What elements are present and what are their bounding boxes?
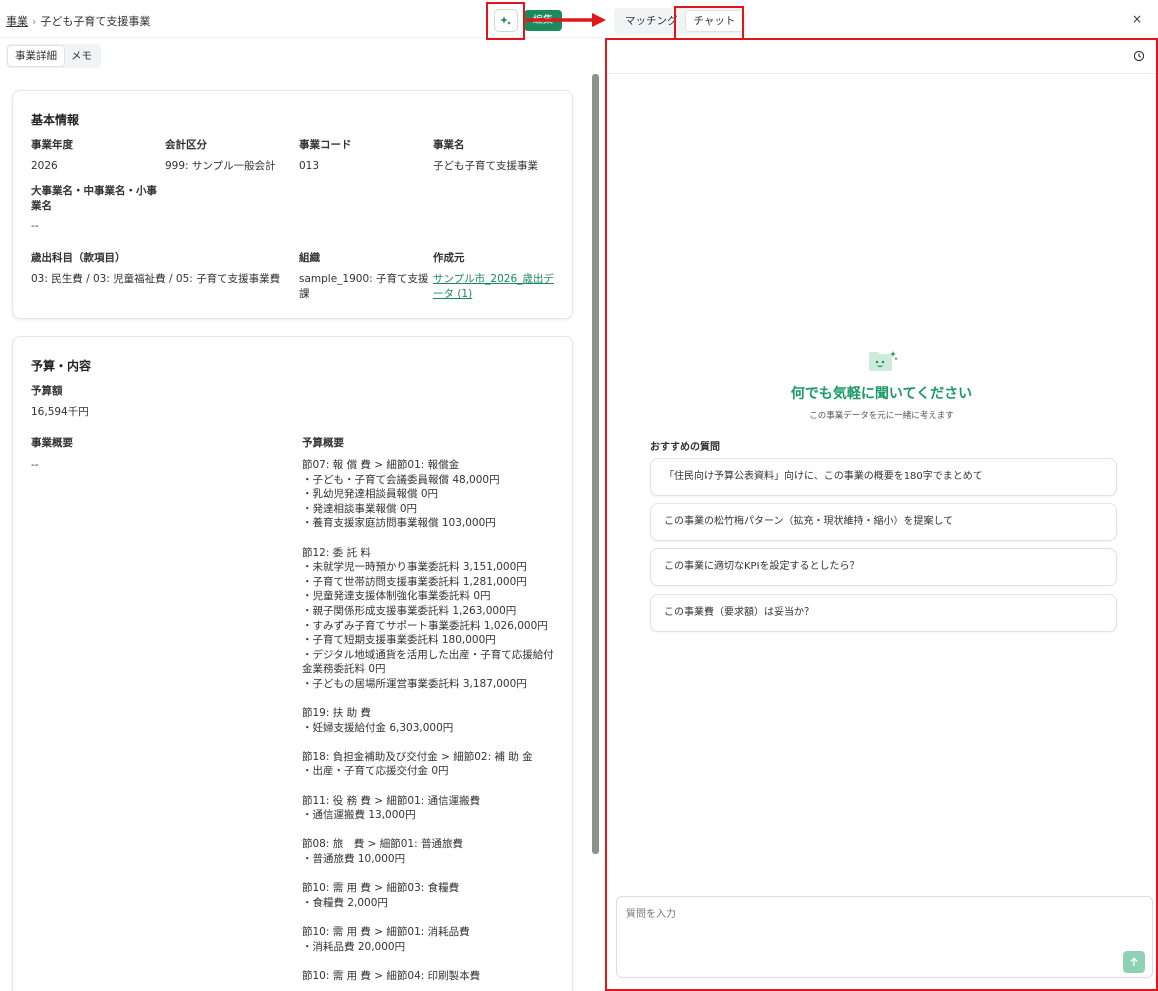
org-label: 組織 [299,252,320,264]
basic-info-title: 基本情報 [31,113,80,127]
chat-folder-icon [869,351,898,371]
budget-amount-label: 予算額 [31,385,63,397]
org-value-line2: 課 [299,288,310,300]
history-icon[interactable] [1133,50,1145,62]
overview-label: 事業概要 [31,437,73,449]
expense-value: 03: 民生費 / 03: 児童福祉費 / 05: 子育て支援事業費 [31,273,281,285]
highlight-box-ai-button [486,2,525,40]
top-bar: 事業›子ども子育て支援事業 編集 [0,0,606,40]
expense-label: 歳出科目（款項目） [31,252,126,264]
suggestion-button[interactable]: 「住民向け予算公表資料」向けに、この事業の概要を180字でまとめて [650,458,1117,496]
annotation-arrow-icon [526,13,606,27]
suggestion-button[interactable]: この事業費（要求額）は妥当か？ [650,594,1117,632]
breadcrumb-root-link[interactable]: 事業 [6,15,28,28]
tab-memo[interactable]: メモ [64,46,99,66]
chat-empty-subtitle: この事業データを元に一緒に考えます [809,411,954,421]
fiscal-year-value: 2026 [31,160,58,172]
budget-overview-label: 予算概要 [302,437,344,449]
suggestion-button[interactable]: この事業の松竹梅パターン（拡充・現状維持・縮小）を提案して [650,503,1117,541]
chat-input-box [616,896,1153,978]
scrollbar[interactable] [592,74,599,854]
account-value: 999: サンプル一般会計 [165,160,276,172]
breadcrumb-separator: › [32,15,37,28]
source-link-line2[interactable]: ータ (1) [433,287,472,301]
name-label: 事業名 [433,139,465,151]
suggestions-label: おすすめの質問 [650,442,720,453]
business-detail-pane: 事業›子ども子育て支援事業 編集 事業詳細 メモ 基本情報 事業年度 2026 … [0,0,606,991]
category-value: -- [31,220,39,232]
fiscal-year-label: 事業年度 [31,139,73,151]
code-value: 013 [299,160,320,172]
chat-panel-header [607,40,1156,74]
chat-panel: 何でも気軽に聞いてください この事業データを元に一緒に考えます おすすめの質問 … [605,38,1158,991]
category-label-line2: 業名 [31,200,52,212]
code-label: 事業コード [299,139,352,151]
budget-title: 予算・内容 [31,359,92,373]
category-label-line1: 大事業名・中事業名・小事 [31,185,157,197]
budget-overview-text: 節07: 報 償 費 > 細節01: 報償金 ・子ども・子育て会議委員報償 48… [302,459,554,982]
breadcrumb: 事業 › 子ども子育て支援事業 [6,13,150,29]
arrow-up-icon [1130,957,1138,966]
name-value: 子ども子育て支援事業 [433,160,538,172]
overview-value: -- [31,459,39,471]
suggestion-button[interactable]: この事業に適切なKPIを設定するとしたら？ [650,548,1117,586]
budget-card: 予算・内容 予算額 16,594千円 事業概要 -- 予算概要 節07: 報 償… [12,336,573,991]
detail-tabs: 事業詳細 メモ [6,44,101,68]
close-icon[interactable]: × [1132,12,1142,26]
basic-info-card: 基本情報 事業年度 2026 会計区分 999: サンプル一般会計 事業コード … [12,90,573,319]
budget-amount-value: 16,594千円 [31,406,89,418]
breadcrumb-current: 子ども子育て支援事業 [40,15,151,28]
source-label: 作成元 [433,252,465,264]
tab-business-detail[interactable]: 事業詳細 [8,46,64,66]
send-button[interactable] [1123,951,1145,973]
org-value-line1: sample_1900: 子育て支援 [299,273,429,285]
account-label: 会計区分 [165,139,207,151]
source-link-line1[interactable]: サンプル市_2026_歳出デ [433,272,554,286]
chat-empty-title: 何でも気軽に聞いてください [790,386,973,402]
chat-input[interactable] [617,897,1152,977]
highlight-box-chat-tab [674,6,744,41]
